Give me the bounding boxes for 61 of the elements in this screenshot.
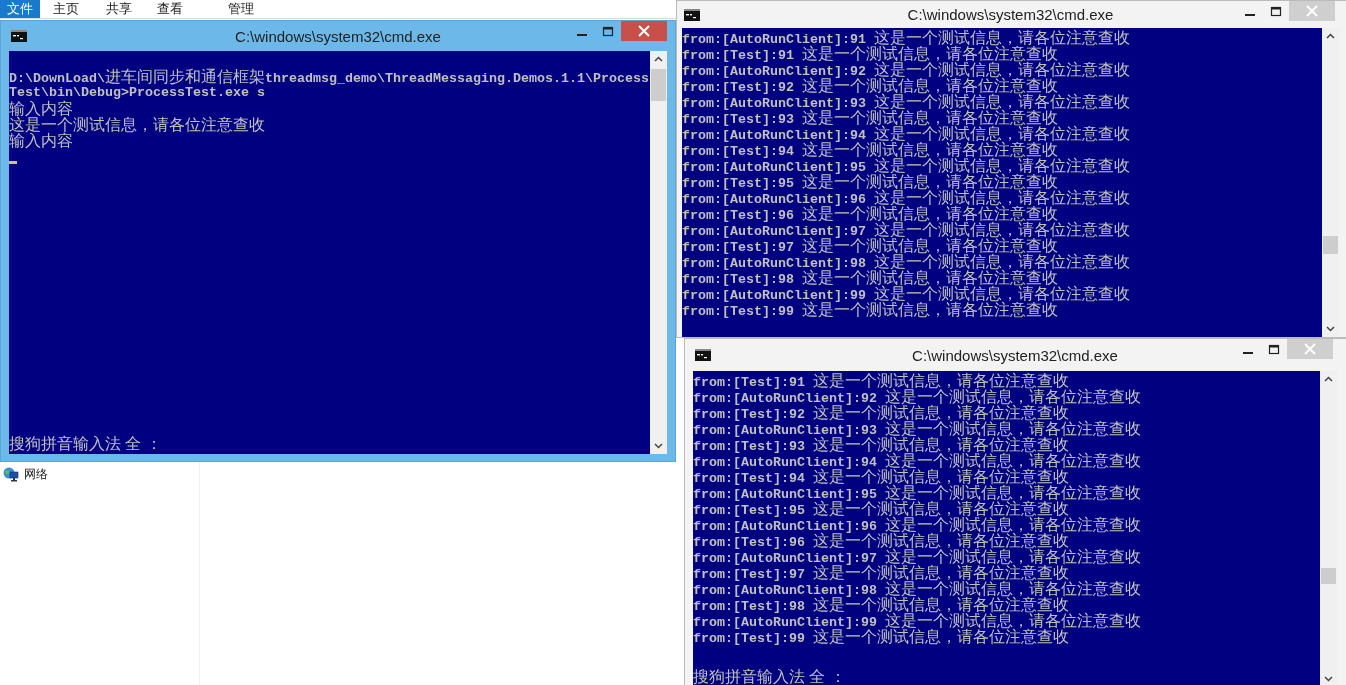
- console-line: from:[AutoRunClient]:96 这是一个测试信息，请各位注意查收: [682, 190, 1130, 206]
- console-line: from:[Test]:94 这是一个测试信息，请各位注意查收: [682, 142, 1058, 158]
- console-line: from:[Test]:91 这是一个测试信息，请各位注意查收: [682, 46, 1058, 62]
- console-line: from:[AutoRunClient]:93 这是一个测试信息，请各位注意查收: [682, 94, 1130, 110]
- console-line: from:[AutoRunClient]:97 这是一个测试信息，请各位注意查收: [682, 222, 1130, 238]
- console-line: from:[Test]:92 这是一个测试信息，请各位注意查收: [693, 405, 1069, 421]
- console-line: from:[Test]:95 这是一个测试信息，请各位注意查收: [682, 174, 1058, 190]
- ribbon-tab[interactable]: 文件: [0, 0, 40, 18]
- console-icon: [684, 8, 700, 21]
- console-line: from:[Test]:99 这是一个测试信息，请各位注意查收: [682, 302, 1058, 318]
- ribbon-tab[interactable]: 查看: [157, 0, 183, 18]
- console-line: from:[Test]:91 这是一个测试信息，请各位注意查收: [693, 373, 1069, 389]
- console-line: from:[Test]:97 这是一个测试信息，请各位注意查收: [682, 238, 1058, 254]
- scrollbar-thumb[interactable]: [1323, 236, 1338, 254]
- console-line: from:[Test]:92 这是一个测试信息，请各位注意查收: [682, 78, 1058, 94]
- console-line: Test\bin\Debug>ProcessTest.exe s: [9, 85, 265, 100]
- console-line: from:[AutoRunClient]:97 这是一个测试信息，请各位注意查收: [693, 549, 1141, 565]
- window-title: C:\windows\system32\cmd.exe: [912, 346, 1118, 364]
- window-title: C:\windows\system32\cmd.exe: [235, 27, 441, 45]
- console-line: from:[Test]:96 这是一个测试信息，请各位注意查收: [693, 533, 1069, 549]
- ribbon-tab[interactable]: 共享: [106, 0, 132, 18]
- console-line: from:[AutoRunClient]:91 这是一个测试信息，请各位注意查收: [682, 30, 1130, 46]
- console-line: from:[AutoRunClient]:99 这是一个测试信息，请各位注意查收: [682, 286, 1130, 302]
- console-line: from:[AutoRunClient]:96 这是一个测试信息，请各位注意查收: [693, 517, 1141, 533]
- console-line: from:[AutoRunClient]:94 这是一个测试信息，请各位注意查收: [682, 126, 1130, 142]
- console-line: from:[AutoRunClient]:98 这是一个测试信息，请各位注意查收: [682, 254, 1130, 270]
- console-line: from:[Test]:97 这是一个测试信息，请各位注意查收: [693, 565, 1069, 581]
- console-line: from:[Test]:94 这是一个测试信息，请各位注意查收: [693, 469, 1069, 485]
- console-line: from:[AutoRunClient]:95 这是一个测试信息，请各位注意查收: [682, 158, 1130, 174]
- console-line: from:[AutoRunClient]:99 这是一个测试信息，请各位注意查收: [693, 613, 1141, 629]
- console-line: from:[AutoRunClient]:92 这是一个测试信息，请各位注意查收: [693, 389, 1141, 405]
- text-cursor: [9, 161, 17, 164]
- ribbon-tab[interactable]: 主页: [53, 0, 79, 18]
- scrollbar-thumb[interactable]: [651, 69, 666, 101]
- ime-status: 搜狗拼音输入法 全 ：: [9, 436, 162, 452]
- console-line: from:[Test]:98 这是一个测试信息，请各位注意查收: [693, 597, 1069, 613]
- ime-status: 搜狗拼音输入法 全 ：: [693, 669, 846, 685]
- console-line: from:[Test]:93 这是一个测试信息，请各位注意查收: [682, 110, 1058, 126]
- window-title: C:\windows\system32\cmd.exe: [907, 6, 1114, 23]
- console-line: from:[AutoRunClient]:95 这是一个测试信息，请各位注意查收: [693, 485, 1141, 501]
- network-icon: [3, 467, 19, 482]
- console-line: 输入内容: [9, 133, 73, 149]
- console-line: from:[Test]:95 这是一个测试信息，请各位注意查收: [693, 501, 1069, 517]
- close-button[interactable]: [621, 21, 667, 41]
- console-line: from:[AutoRunClient]:93 这是一个测试信息，请各位注意查收: [693, 421, 1141, 437]
- console-line: 这是一个测试信息，请各位注意查收: [9, 117, 265, 133]
- console-icon: [695, 349, 711, 361]
- scrollbar-thumb[interactable]: [1321, 568, 1336, 584]
- console-line: from:[AutoRunClient]:98 这是一个测试信息，请各位注意查收: [693, 581, 1141, 597]
- console-line: D:\DownLoad\进车间同步和通信框架threadmsg_demo\ThreadMessaging.Demos.1.1\Process: [9, 69, 649, 85]
- console-icon: [11, 30, 27, 42]
- scrollbar[interactable]: [650, 51, 667, 454]
- console-line: from:[Test]:98 这是一个测试信息，请各位注意查收: [682, 270, 1058, 286]
- console-line: from:[AutoRunClient]:94 这是一个测试信息，请各位注意查收: [693, 453, 1141, 469]
- console-line: from:[AutoRunClient]:92 这是一个测试信息，请各位注意查收: [682, 62, 1130, 78]
- console-line: from:[Test]:99 这是一个测试信息，请各位注意查收: [693, 629, 1069, 645]
- console-line: 输入内容: [9, 101, 73, 117]
- ribbon-tab[interactable]: 管理: [228, 0, 254, 18]
- nav-item[interactable]: 网络: [24, 466, 48, 483]
- console-line: from:[Test]:93 这是一个测试信息，请各位注意查收: [693, 437, 1069, 453]
- console-line: from:[Test]:96 这是一个测试信息，请各位注意查收: [682, 206, 1058, 222]
